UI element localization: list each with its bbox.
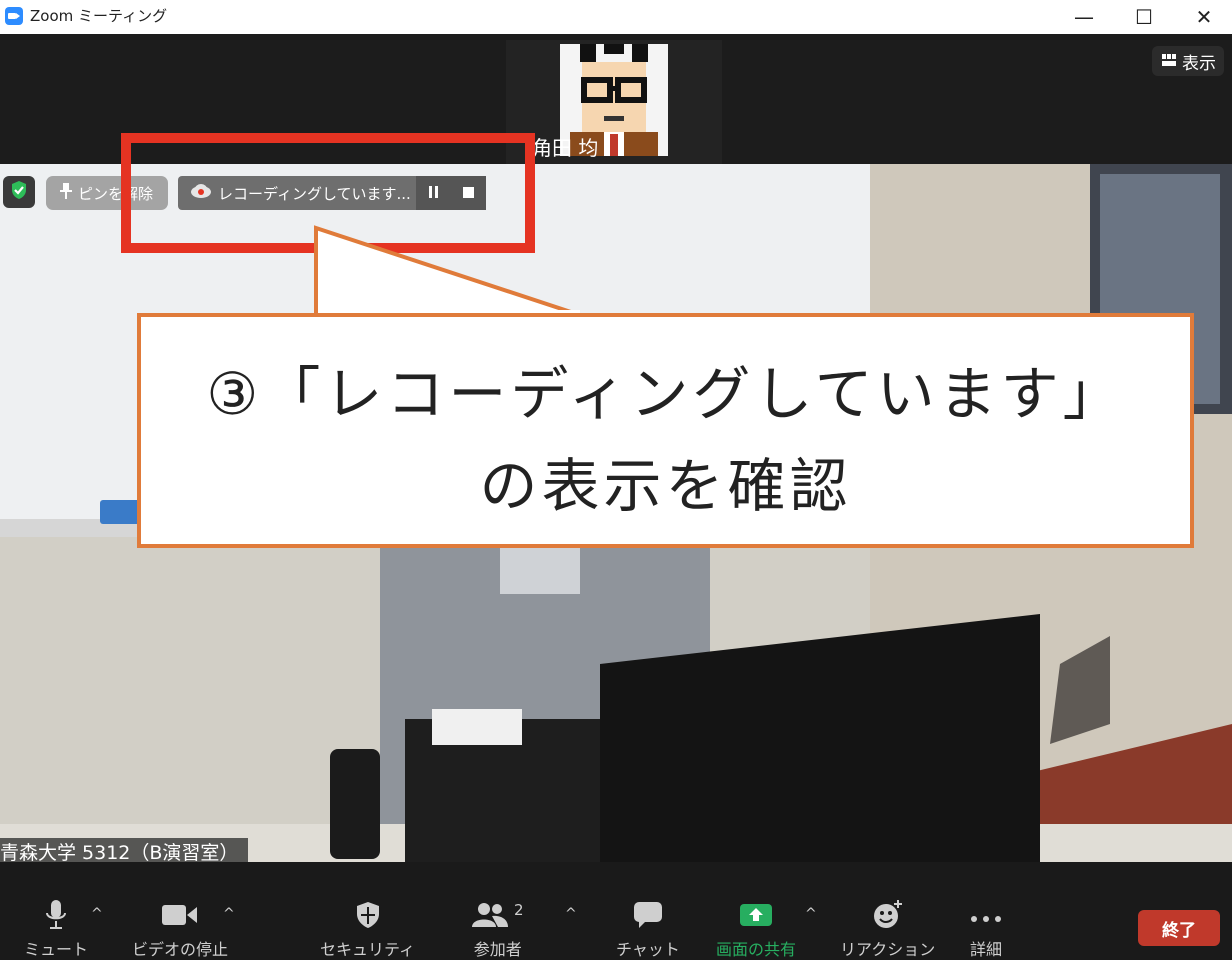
callout-line-1: ③「レコーディングしています」	[206, 360, 1125, 428]
audio-options-caret[interactable]: ^	[91, 906, 103, 922]
participant-name: 角田 均	[532, 136, 599, 160]
smiley-plus-icon	[872, 900, 904, 934]
chat-bubble-icon	[633, 901, 663, 933]
mute-label: ミュート	[24, 940, 89, 959]
more-dots-icon	[970, 908, 1002, 927]
security-button[interactable]: セキュリティ	[320, 900, 415, 960]
callout-line-2: の表示を確認	[479, 452, 852, 520]
share-screen-label: 画面の共有	[716, 940, 797, 959]
end-meeting-button[interactable]: 終了	[1138, 910, 1220, 946]
view-button[interactable]: 表示	[1152, 46, 1224, 76]
window-title: Zoom ミーティング	[30, 7, 168, 25]
security-label: セキュリティ	[320, 940, 416, 959]
close-button[interactable]: ✕	[1174, 0, 1232, 34]
callout-box: ③「レコーディングしています」 の表示を確認	[137, 313, 1194, 548]
more-button[interactable]: 詳細	[970, 900, 1002, 960]
participants-options-caret[interactable]: ^	[565, 906, 577, 922]
pin-icon	[60, 183, 72, 203]
share-options-caret[interactable]: ^	[805, 906, 817, 922]
title-bar: Zoom ミーティング — ☐ ✕	[0, 0, 1232, 34]
participants-label: 参加者	[473, 940, 522, 959]
more-label: 詳細	[970, 940, 1003, 959]
maximize-button[interactable]: ☐	[1114, 0, 1174, 34]
participants-button[interactable]: 2 参加者	[472, 900, 524, 960]
minimize-button[interactable]: —	[1054, 0, 1114, 34]
shield-icon	[355, 901, 381, 933]
mute-button[interactable]: ミュート	[24, 900, 88, 960]
callout-pointer	[314, 225, 581, 320]
video-name-tag: 青森大学 5312（B演習室）	[0, 838, 249, 864]
chat-label: チャット	[616, 940, 680, 959]
share-screen-icon	[740, 902, 772, 932]
stop-video-label: ビデオの停止	[132, 940, 229, 959]
reactions-button[interactable]: リアクション	[840, 900, 935, 960]
participants-count: 2	[514, 901, 524, 919]
share-screen-button[interactable]: 画面の共有	[716, 900, 796, 960]
video-options-caret[interactable]: ^	[223, 906, 235, 922]
participants-icon	[472, 902, 508, 932]
video-camera-icon	[162, 904, 198, 930]
stop-video-button[interactable]: ビデオの停止	[132, 900, 228, 960]
shield-check-icon	[10, 180, 28, 204]
chat-button[interactable]: チャット	[616, 900, 680, 960]
zoom-app-icon	[5, 7, 23, 25]
reactions-label: リアクション	[840, 940, 936, 959]
security-shield-badge[interactable]	[3, 176, 35, 208]
microphone-icon	[46, 900, 66, 934]
grid-icon	[1162, 51, 1176, 71]
view-button-label: 表示	[1182, 53, 1216, 74]
